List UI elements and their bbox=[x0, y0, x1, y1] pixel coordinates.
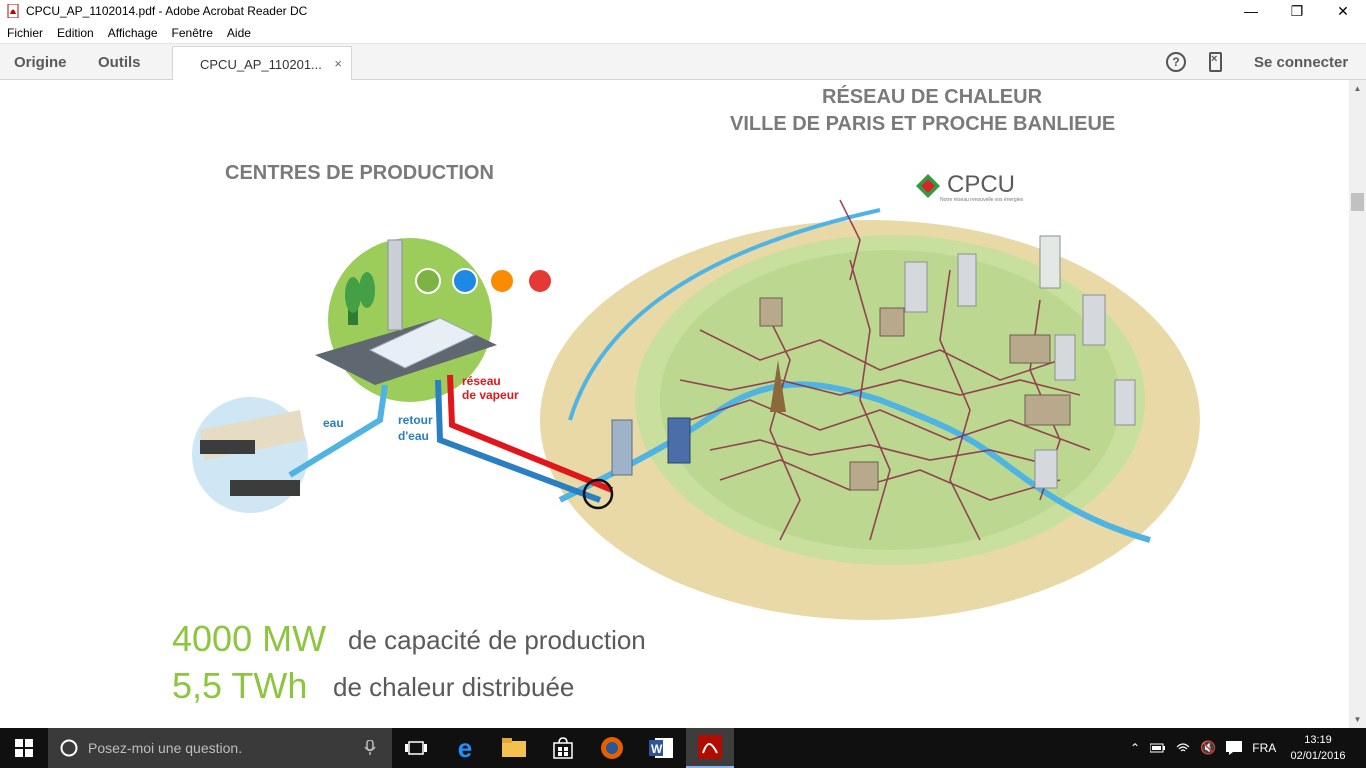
word-icon: W bbox=[649, 738, 673, 758]
cortana-icon bbox=[60, 739, 78, 757]
cortana-search-box[interactable]: Posez-moi une question. bbox=[48, 728, 392, 768]
scroll-down-icon[interactable]: ▼ bbox=[1349, 711, 1366, 728]
store-button[interactable] bbox=[539, 728, 587, 768]
title-bar: CPCU_AP_1102014.pdf - Adobe Acrobat Read… bbox=[0, 0, 1366, 22]
search-placeholder: Posez-moi une question. bbox=[88, 740, 243, 756]
mobile-link-icon[interactable] bbox=[1209, 52, 1222, 72]
window-title: CPCU_AP_1102014.pdf - Adobe Acrobat Read… bbox=[26, 4, 308, 18]
menu-aide[interactable]: Aide bbox=[227, 26, 251, 40]
tab-tools[interactable]: Outils bbox=[98, 44, 141, 80]
word-button[interactable]: W bbox=[637, 728, 685, 768]
close-tab-icon[interactable]: × bbox=[334, 56, 342, 71]
close-window-button[interactable]: ✕ bbox=[1320, 0, 1366, 22]
production-heading: CENTRES DE PRODUCTION bbox=[225, 162, 494, 184]
stat-capacity-desc: de capacité de production bbox=[348, 625, 646, 655]
language-indicator[interactable]: FRA bbox=[1252, 741, 1276, 755]
scroll-thumb[interactable] bbox=[1351, 193, 1364, 211]
label-retour: retour bbox=[398, 413, 433, 427]
firefox-icon bbox=[601, 737, 623, 759]
svg-text:W: W bbox=[651, 742, 663, 756]
windows-taskbar: Posez-moi une question. e W ⌃ 🔇 FRA 13:1… bbox=[0, 728, 1366, 768]
microphone-icon bbox=[364, 740, 376, 755]
edge-browser-button[interactable]: e bbox=[441, 728, 489, 768]
title-line-1: RÉSEAU DE CHALEUR bbox=[822, 86, 1043, 108]
label-deau: d'eau bbox=[398, 429, 429, 443]
sign-in-button[interactable]: Se connecter bbox=[1254, 54, 1348, 71]
cpcu-logo: CPCU Notre réseau renouvelle vos énergie… bbox=[915, 171, 1023, 204]
acrobat-reader-button[interactable] bbox=[686, 728, 734, 768]
scroll-up-icon[interactable]: ▲ bbox=[1349, 80, 1366, 97]
task-view-icon bbox=[405, 741, 427, 755]
start-button[interactable] bbox=[0, 728, 48, 768]
menu-fenetre[interactable]: Fenêtre bbox=[172, 26, 213, 40]
tab-document[interactable]: CPCU_AP_110201... × bbox=[172, 46, 352, 81]
clock-time: 13:19 bbox=[1304, 734, 1332, 746]
taskbar-clock[interactable]: 13:19 02/01/2016 bbox=[1288, 732, 1348, 764]
store-icon bbox=[553, 737, 573, 759]
menu-affichage[interactable]: Affichage bbox=[108, 26, 158, 40]
tab-bar: Origine Outils CPCU_AP_110201... × ? Se … bbox=[0, 43, 1366, 81]
label-eau: eau bbox=[323, 416, 344, 430]
show-hidden-icons-icon[interactable]: ⌃ bbox=[1130, 741, 1140, 755]
battery-icon bbox=[1150, 743, 1166, 753]
cpcu-logo-tagline: Notre réseau renouvelle vos énergies bbox=[940, 197, 1024, 203]
title-line-2: VILLE DE PARIS ET PROCHE BANLIEUE bbox=[730, 113, 1116, 135]
stat-heat-desc: de chaleur distribuée bbox=[333, 672, 575, 702]
chimney bbox=[387, 239, 403, 331]
document-tab-label: CPCU_AP_110201... bbox=[200, 56, 322, 72]
acrobat-icon bbox=[698, 735, 722, 759]
menu-bar: Fichier Edition Affichage Fenêtre Aide bbox=[0, 22, 1366, 43]
label-reseau: réseau bbox=[462, 374, 501, 388]
windows-logo-icon bbox=[15, 739, 33, 757]
stat-capacity-value: 4000 MW bbox=[172, 618, 327, 659]
wifi-icon bbox=[1176, 743, 1190, 752]
stat-heat-value: 5,5 TWh bbox=[172, 665, 308, 706]
edge-icon: e bbox=[457, 732, 473, 763]
cpcu-logo-text: CPCU bbox=[947, 171, 1016, 198]
tab-home[interactable]: Origine bbox=[14, 44, 67, 80]
document-page: RÉSEAU DE CHALEUR VILLE DE PARIS ET PROC… bbox=[0, 80, 1349, 728]
file-explorer-button[interactable] bbox=[490, 728, 538, 768]
system-tray: ⌃ 🔇 FRA bbox=[1130, 728, 1276, 768]
clock-date: 02/01/2016 bbox=[1290, 750, 1346, 762]
menu-edition[interactable]: Edition bbox=[57, 26, 94, 40]
firefox-button[interactable] bbox=[588, 728, 636, 768]
label-vapeur: de vapeur bbox=[462, 388, 519, 402]
folder-icon bbox=[502, 738, 526, 757]
notifications-icon bbox=[1226, 741, 1243, 755]
volume-muted-icon[interactable]: 🔇 bbox=[1200, 740, 1216, 756]
minimize-button[interactable]: — bbox=[1228, 0, 1274, 22]
help-icon[interactable]: ? bbox=[1166, 52, 1186, 72]
restore-button[interactable]: ❐ bbox=[1274, 0, 1320, 22]
task-view-button[interactable] bbox=[392, 728, 440, 768]
cpcu-logo-icon bbox=[916, 174, 940, 198]
menu-fichier[interactable]: Fichier bbox=[7, 26, 43, 40]
acrobat-pdf-icon bbox=[6, 3, 20, 19]
vertical-scrollbar[interactable]: ▲ ▼ bbox=[1349, 80, 1366, 728]
